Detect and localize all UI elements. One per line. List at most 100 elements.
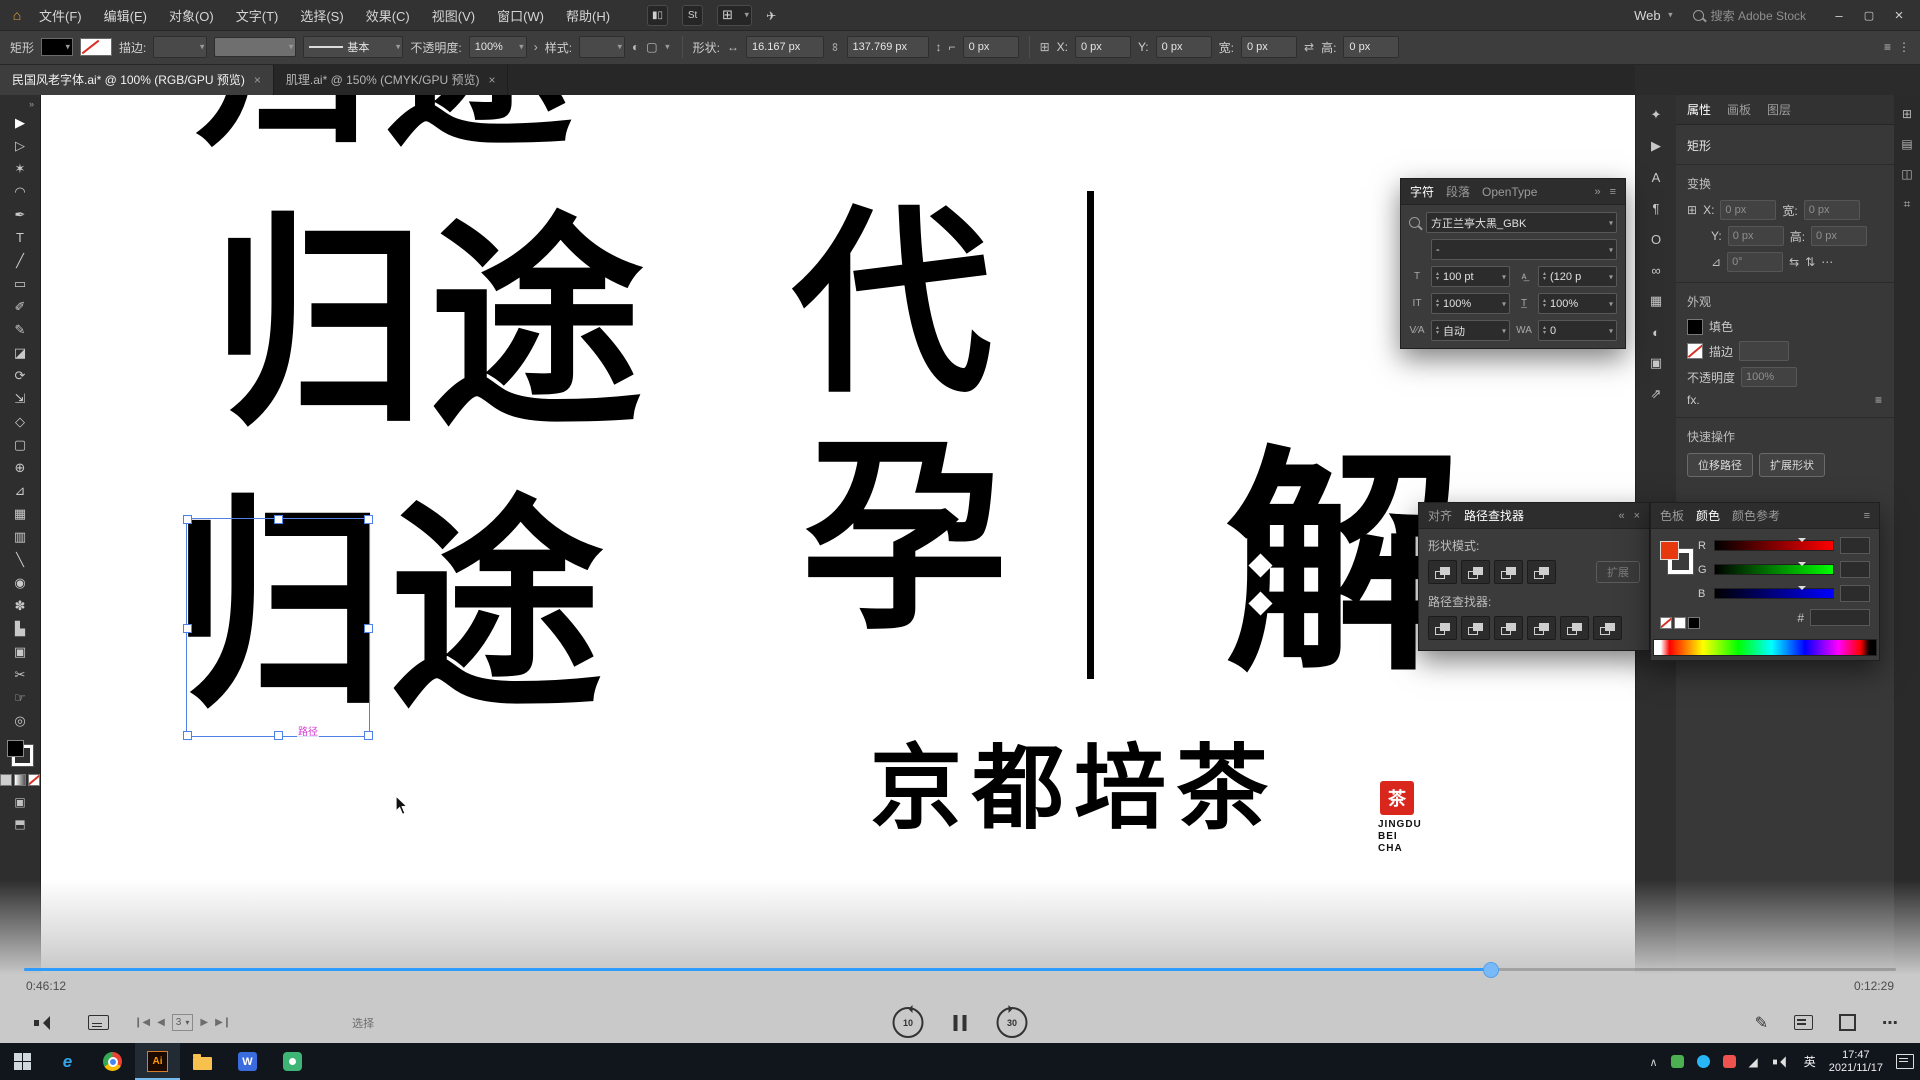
hash-panel-icon[interactable]: ⌗	[1904, 197, 1911, 212]
fill-proxy[interactable]	[7, 740, 24, 757]
volume-button[interactable]	[34, 1002, 54, 1043]
opacity-more-icon[interactable]: ›	[534, 40, 538, 54]
document-tab-2[interactable]: 肌理.ai* @ 150% (CMYK/GPU 预览)	[274, 64, 509, 95]
actions-panel-icon[interactable]: ▶	[1643, 136, 1669, 156]
red-slider[interactable]	[1714, 540, 1834, 551]
align-options-icon[interactable]	[1884, 40, 1891, 54]
flip-vertical-icon[interactable]: ⇅	[1805, 255, 1815, 269]
artwork-word-top-clipped[interactable]: 归途	[180, 95, 660, 167]
green-value-field[interactable]	[1840, 561, 1870, 578]
fill-proxy-swatch[interactable]	[1660, 541, 1679, 560]
vertical-scale-field[interactable]: 100%	[1431, 293, 1510, 314]
menu-file[interactable]: 文件(F)	[28, 6, 93, 25]
link-dimensions-icon[interactable]	[831, 40, 840, 54]
stroke-color-swatch[interactable]	[1687, 343, 1703, 359]
x-field[interactable]: 0 px	[1075, 36, 1131, 58]
workspace-switcher[interactable]: Web	[1634, 8, 1675, 23]
direct-selection-tool[interactable]: ▷	[5, 134, 35, 157]
flip-horizontal-icon[interactable]: ⇆	[1789, 255, 1799, 269]
crop-button[interactable]	[1527, 616, 1556, 640]
selection-handle[interactable]	[183, 624, 192, 633]
pathfinder-panel-header[interactable]: 对齐 路径查找器 « ×	[1419, 503, 1649, 529]
minimize-button[interactable]	[1824, 0, 1854, 30]
h-field[interactable]: 0 px	[1343, 36, 1399, 58]
first-artboard-icon[interactable]: ❙◀	[134, 1017, 150, 1028]
select-similar-icon[interactable]	[646, 40, 671, 54]
slice-tool[interactable]: ✂	[5, 663, 35, 686]
none-swatch[interactable]	[1660, 617, 1672, 629]
tab-properties[interactable]: 属性	[1687, 101, 1711, 118]
minus-front-button[interactable]	[1461, 560, 1490, 584]
notes-icon[interactable]	[1794, 1015, 1813, 1030]
libraries-panel-icon[interactable]: ✦	[1643, 105, 1669, 125]
more-options-icon[interactable]	[1882, 1013, 1898, 1033]
width-field[interactable]: 0 px	[1804, 200, 1860, 220]
fullscreen-icon[interactable]	[1839, 1014, 1856, 1031]
tray-expand-icon[interactable]	[1649, 1055, 1657, 1069]
paragraph-panel-icon[interactable]: ¶	[1643, 198, 1669, 218]
menu-help[interactable]: 帮助(H)	[555, 6, 621, 25]
stock-search[interactable]: 搜索 Adobe Stock	[1693, 7, 1806, 24]
y-field[interactable]: 0 px	[1156, 36, 1212, 58]
expand-shape-button[interactable]: 扩展形状	[1759, 453, 1825, 477]
more-options-icon[interactable]	[1898, 40, 1910, 54]
fill-swatch[interactable]	[41, 38, 73, 56]
taskbar-edge[interactable]: e	[45, 1043, 90, 1080]
tab-color[interactable]: 颜色	[1696, 507, 1720, 524]
forward-30-button[interactable]: 30	[997, 1007, 1028, 1038]
tray-app-icon[interactable]	[1697, 1055, 1710, 1068]
menu-object[interactable]: 对象(O)	[158, 6, 225, 25]
collapse-panel-icon[interactable]: »	[1594, 186, 1600, 198]
artwork-brand-text[interactable]: 京都培茶	[870, 743, 1278, 835]
hand-tool[interactable]: ☞	[5, 686, 35, 709]
tab-color-guide[interactable]: 颜色参考	[1732, 507, 1780, 524]
input-method-indicator[interactable]: 英	[1804, 1053, 1816, 1070]
menu-window[interactable]: 窗口(W)	[486, 6, 555, 25]
artwork-divider-bar[interactable]	[1087, 191, 1094, 679]
transform-panel-icon[interactable]: ▣	[1643, 353, 1669, 373]
annotate-icon[interactable]	[1755, 1013, 1768, 1033]
screen-mode-icon[interactable]: ⬒	[14, 817, 25, 831]
documents-icon[interactable]: ▮▯	[647, 5, 668, 26]
selection-handle[interactable]	[364, 515, 373, 524]
intersect-button[interactable]	[1494, 560, 1523, 584]
taskbar-explorer[interactable]	[180, 1043, 225, 1080]
swatches-panel-icon[interactable]: ▦	[1643, 291, 1669, 311]
video-timeline[interactable]	[24, 968, 1896, 971]
menu-effect[interactable]: 效果(C)	[355, 6, 421, 25]
links-panel-icon[interactable]: ∞	[1643, 260, 1669, 280]
white-swatch[interactable]	[1674, 617, 1686, 629]
trim-button[interactable]	[1461, 616, 1490, 640]
selection-handle[interactable]	[274, 731, 283, 740]
hex-field[interactable]	[1810, 609, 1870, 626]
none-mode-icon[interactable]	[28, 774, 40, 786]
red-seal-stamp[interactable]: 茶	[1380, 781, 1414, 815]
exclude-button[interactable]	[1527, 560, 1556, 584]
font-search-icon[interactable]	[1409, 217, 1420, 228]
font-size-field[interactable]: 100 pt	[1431, 266, 1510, 287]
y-field[interactable]: 0 px	[1728, 226, 1784, 246]
expand-tools-icon[interactable]	[29, 97, 40, 111]
angle-field[interactable]: 0°	[1727, 252, 1783, 272]
blue-slider[interactable]	[1714, 588, 1834, 599]
taskbar-chrome[interactable]	[90, 1043, 135, 1080]
menu-view[interactable]: 视图(V)	[421, 6, 486, 25]
artwork-word-middle[interactable]: 归途	[212, 213, 647, 438]
font-family-dropdown[interactable]: 方正兰亭大黑_GBK	[1426, 212, 1617, 233]
brush-definition-dropdown[interactable]: 基本	[303, 36, 403, 58]
taskbar-green-app[interactable]	[270, 1043, 315, 1080]
reference-point-icon[interactable]	[1040, 40, 1050, 54]
menu-select[interactable]: 选择(S)	[289, 6, 354, 25]
tab-character[interactable]: 字符	[1410, 183, 1434, 200]
pen-tool[interactable]: ✒	[5, 203, 35, 226]
artwork-char-dai[interactable]: 代	[792, 205, 992, 405]
more-transform-icon[interactable]: ⋯	[1821, 255, 1833, 269]
x-field[interactable]: 0 px	[1720, 200, 1776, 220]
opacity-field[interactable]: 100%	[1741, 367, 1797, 387]
taskbar-wps[interactable]: W	[225, 1043, 270, 1080]
shape-width-field[interactable]: 16.167 px	[746, 36, 824, 58]
fx-label[interactable]: fx.	[1687, 393, 1700, 407]
character-panel-header[interactable]: 字符 段落 OpenType » ≡	[1401, 179, 1625, 205]
horizontal-scale-field[interactable]: 100%	[1538, 293, 1617, 314]
rewind-10-button[interactable]: 10	[893, 1007, 924, 1038]
